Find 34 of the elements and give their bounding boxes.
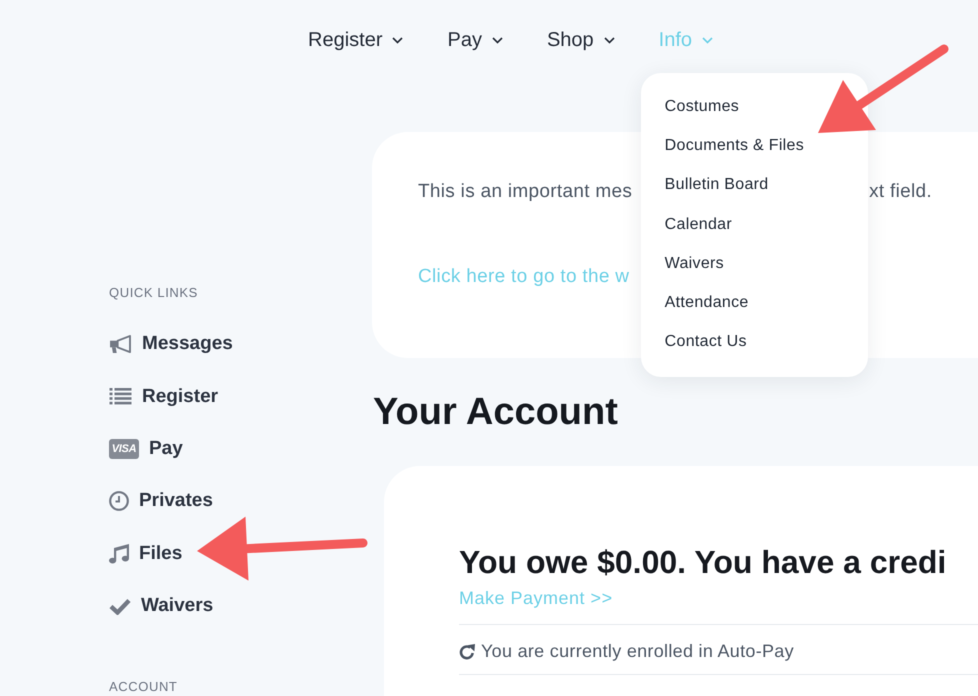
card-badge: VISA	[109, 438, 139, 459]
message-text: xt field.	[869, 180, 932, 204]
balance-heading: You owe $0.00. You have a credi	[459, 543, 946, 581]
nav-menu-button[interactable]: Pay	[447, 28, 503, 52]
clock-icon	[109, 491, 129, 512]
chevron-down-icon	[604, 36, 615, 44]
list-icon	[109, 388, 132, 406]
autopay-status: You are currently enrolled in Auto-Pay	[481, 641, 794, 662]
sidebar-link[interactable]: Privates	[109, 475, 213, 528]
menu-item[interactable]: Contact Us	[664, 322, 747, 362]
menu-item[interactable]: Documents & Files	[664, 126, 804, 166]
menu-item[interactable]: Bulletin Board	[664, 166, 768, 205]
section-heading: ACCOUNT	[109, 680, 178, 694]
megaphone-icon	[109, 334, 132, 354]
sidebar-link[interactable]: VISA Pay	[109, 422, 183, 476]
music-note-icon	[109, 544, 129, 564]
chevron-down-icon	[392, 36, 404, 44]
sidebar-link[interactable]: Waivers	[109, 580, 214, 632]
menu-item[interactable]: Waivers	[664, 244, 724, 284]
sidebar-link[interactable]: Files	[109, 528, 182, 580]
sidebar-link[interactable]: Register	[109, 370, 218, 423]
nav-menu-button[interactable]: Shop	[546, 28, 615, 52]
menu-item[interactable]: Calendar	[664, 204, 732, 244]
chevron-down-icon	[492, 36, 503, 44]
chevron-down-icon	[702, 36, 714, 44]
check-icon	[109, 598, 131, 615]
menu-item[interactable]: Costumes	[664, 87, 740, 126]
message-text: This is an important mes	[418, 180, 632, 204]
refresh-icon	[459, 644, 475, 660]
nav-menu-button[interactable]: Register	[308, 28, 404, 52]
menu-item[interactable]: Attendance	[664, 283, 749, 323]
sidebar-link[interactable]: Messages	[109, 318, 233, 370]
section-heading: QUICK LINKS	[109, 285, 198, 301]
page-title: Your Account	[373, 390, 618, 434]
